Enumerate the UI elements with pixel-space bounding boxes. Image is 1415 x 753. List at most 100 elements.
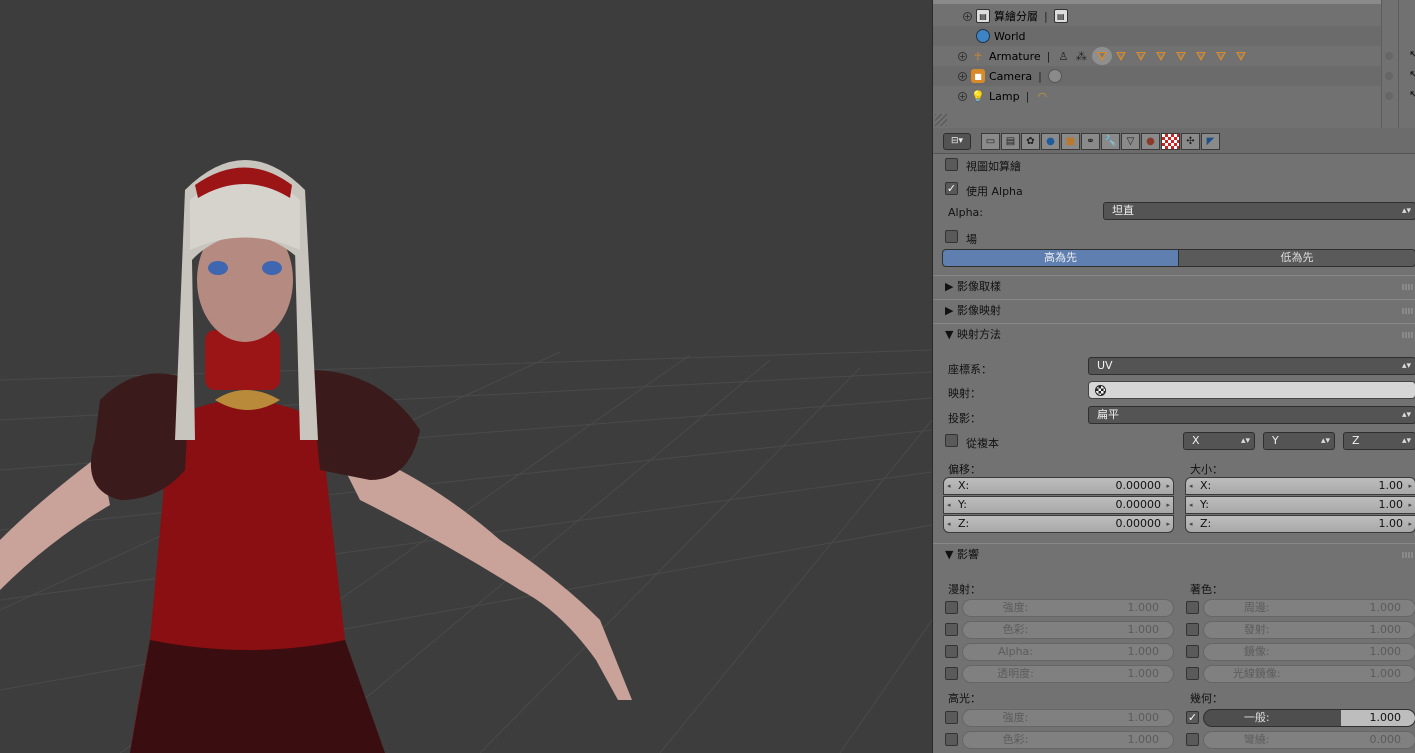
view-as-render-checkbox[interactable] xyxy=(945,158,958,171)
render-layer-icon[interactable]: ▤ xyxy=(1053,9,1068,23)
geometry-warp-checkbox[interactable] xyxy=(1186,733,1199,746)
modifiers-tab-icon[interactable]: 🔧 xyxy=(1101,133,1120,150)
world-tab-icon[interactable]: ● xyxy=(1041,133,1060,150)
specular-color-checkbox[interactable] xyxy=(945,733,958,746)
expand-icon[interactable]: + xyxy=(958,51,967,61)
diffuse-color-checkbox[interactable] xyxy=(945,623,958,636)
field-order-lower-button[interactable]: 低為先 xyxy=(1178,249,1415,267)
mesh-icon[interactable] xyxy=(1116,51,1127,61)
coordinates-dropdown[interactable]: UV ▴▾ xyxy=(1088,357,1415,375)
fields-checkbox[interactable] xyxy=(945,230,958,243)
data-tab-icon[interactable]: ▽ xyxy=(1121,133,1140,150)
panel-image-sampling[interactable]: ▶ 影像取樣 xyxy=(933,275,1415,299)
mesh-icon[interactable] xyxy=(1176,51,1187,61)
field-order-upper-button[interactable]: 高為先 xyxy=(942,249,1179,267)
outliner-row-armature[interactable]: + ☥ Armature | ♙ ⁂ xyxy=(933,46,1381,66)
scene-tab-icon[interactable]: ✿ xyxy=(1021,133,1040,150)
geometry-normal-slider[interactable]: 一般: 1.000 xyxy=(1203,709,1415,727)
mesh-icon[interactable] xyxy=(1216,51,1227,61)
diffuse-color-field[interactable]: 色彩: 1.000 xyxy=(962,621,1174,639)
from-dupli-checkbox[interactable] xyxy=(945,434,958,447)
shading-ambient-checkbox[interactable] xyxy=(1186,601,1199,614)
outliner-row-world[interactable]: World xyxy=(933,26,1381,46)
outliner-row-render-layers[interactable]: + ▤ 算繪分層 | ▤ xyxy=(933,6,1381,26)
diffuse-alpha-field[interactable]: Alpha: 1.000 xyxy=(962,643,1174,661)
camera-data-icon[interactable] xyxy=(1047,69,1062,83)
constraints-tab-icon[interactable]: ⚭ xyxy=(1081,133,1100,150)
mesh-icon[interactable] xyxy=(1236,51,1247,61)
bone-group-icon[interactable]: ⁂ xyxy=(1074,49,1088,63)
offset-z-field[interactable]: ◂ Z: 0.00000 ▸ xyxy=(943,515,1174,533)
texture-tab-icon[interactable] xyxy=(1161,133,1180,150)
expand-icon[interactable]: + xyxy=(958,91,967,101)
expand-icon[interactable]: + xyxy=(958,71,967,81)
shading-raymirror-checkbox[interactable] xyxy=(1186,667,1199,680)
expand-icon[interactable]: + xyxy=(963,11,972,21)
3d-viewport[interactable] xyxy=(0,0,932,753)
diffuse-translucency-field[interactable]: 透明度: 1.000 xyxy=(962,665,1174,683)
particles-tab-icon[interactable]: ✣ xyxy=(1181,133,1200,150)
geometry-normal-checkbox[interactable]: ✓ xyxy=(1186,711,1199,724)
select-arrow-icon[interactable]: ↖ xyxy=(1409,88,1415,101)
physics-tab-icon[interactable]: ◤ xyxy=(1201,133,1220,150)
specular-intensity-field[interactable]: 強度: 1.000 xyxy=(962,709,1174,727)
viewport-scene xyxy=(0,160,932,753)
mesh-icon[interactable] xyxy=(1196,51,1207,61)
mesh-icon[interactable] xyxy=(1156,51,1167,61)
select-arrow-icon[interactable]: ↖ xyxy=(1409,68,1415,81)
mesh-active-icon[interactable] xyxy=(1092,47,1113,65)
mesh-icon[interactable] xyxy=(1136,51,1147,61)
panel-mapping[interactable]: ▼ 映射方法 xyxy=(933,323,1415,347)
select-arrow-icon[interactable]: ↖ xyxy=(1409,48,1415,61)
shading-emit-checkbox[interactable] xyxy=(1186,623,1199,636)
diffuse-intensity-checkbox[interactable] xyxy=(945,601,958,614)
resize-corner-icon[interactable] xyxy=(935,114,947,126)
size-y-field[interactable]: ◂ Y: 1.00 ▸ xyxy=(1185,496,1415,514)
visibility-eye-icon[interactable] xyxy=(1385,92,1393,100)
alpha-mode-dropdown[interactable]: 坦直 ▴▾ xyxy=(1103,202,1415,220)
material-tab-icon[interactable]: ● xyxy=(1141,133,1160,150)
geometry-warp-field[interactable]: 彎繞: 0.000 xyxy=(1203,731,1415,749)
editor-type-select[interactable]: ⊟▾ xyxy=(943,133,971,150)
outliner[interactable]: + ▤ 算繪分層 | ▤ World + ☥ Armature | ♙ ⁂ + … xyxy=(932,0,1415,128)
visibility-eye-icon[interactable] xyxy=(1385,52,1393,60)
diffuse-translucency-checkbox[interactable] xyxy=(945,667,958,680)
shading-mirror-checkbox[interactable] xyxy=(1186,645,1199,658)
offset-x-field[interactable]: ◂ X: 0.00000 ▸ xyxy=(943,477,1174,495)
offset-y-field[interactable]: ◂ Y: 0.00000 ▸ xyxy=(943,496,1174,514)
lamp-data-icon[interactable]: ◠ xyxy=(1035,89,1049,103)
size-x-field[interactable]: ◂ X: 1.00 ▸ xyxy=(1185,477,1415,495)
object-tab-icon[interactable]: ■ xyxy=(1061,133,1080,150)
use-alpha-checkbox[interactable]: ✓ xyxy=(945,182,958,195)
visibility-eye-icon[interactable] xyxy=(1385,72,1393,80)
chevron-updown-icon: ▴▾ xyxy=(1401,361,1411,371)
size-z-field[interactable]: ◂ Z: 1.00 ▸ xyxy=(1185,515,1415,533)
panel-influence[interactable]: ▼ 影響 xyxy=(933,543,1415,567)
specular-intensity-checkbox[interactable] xyxy=(945,711,958,724)
drag-grip-icon[interactable] xyxy=(1402,284,1414,290)
diffuse-alpha-checkbox[interactable] xyxy=(945,645,958,658)
shading-raymirror-field[interactable]: 光線鏡像: 1.000 xyxy=(1203,665,1415,683)
panel-image-mapping[interactable]: ▶ 影像映射 xyxy=(933,299,1415,323)
diffuse-intensity-field[interactable]: 強度: 1.000 xyxy=(962,599,1174,617)
drag-grip-icon[interactable] xyxy=(1402,308,1414,314)
shading-emit-field[interactable]: 發射: 1.000 xyxy=(1203,621,1415,639)
outliner-label: Armature xyxy=(989,49,1041,63)
shading-mirror-field[interactable]: 鏡像: 1.000 xyxy=(1203,643,1415,661)
render-tab-icon[interactable]: ▭ xyxy=(981,133,1000,150)
projection-dropdown[interactable]: 扁平 ▴▾ xyxy=(1088,406,1415,424)
drag-grip-icon[interactable] xyxy=(1402,552,1414,558)
outliner-row-lamp[interactable]: + 💡 Lamp | ◠ xyxy=(933,86,1381,106)
mapping-z-dropdown[interactable]: Z ▴▾ xyxy=(1343,432,1415,450)
shading-ambient-field[interactable]: 周邊: 1.000 xyxy=(1203,599,1415,617)
pose-icon[interactable]: ♙ xyxy=(1056,49,1070,63)
drag-grip-icon[interactable] xyxy=(1402,332,1414,338)
render-layers-tab-icon[interactable]: ▤ xyxy=(1001,133,1020,150)
specular-color-field[interactable]: 色彩: 1.000 xyxy=(962,731,1174,749)
mapping-x-dropdown[interactable]: X ▴▾ xyxy=(1183,432,1255,450)
mapping-y-dropdown[interactable]: Y ▴▾ xyxy=(1263,432,1335,450)
diffuse-label: 漫射： xyxy=(948,583,981,596)
uv-map-field[interactable] xyxy=(1088,381,1415,399)
outliner-row-camera[interactable]: + ■ Camera | xyxy=(933,66,1381,86)
properties-editor[interactable]: ⊟▾ ▭ ▤ ✿ ● ■ ⚭ 🔧 ▽ ● ✣ ◤ 視圖如算繪 ✓ 使用 Alph… xyxy=(932,128,1415,753)
